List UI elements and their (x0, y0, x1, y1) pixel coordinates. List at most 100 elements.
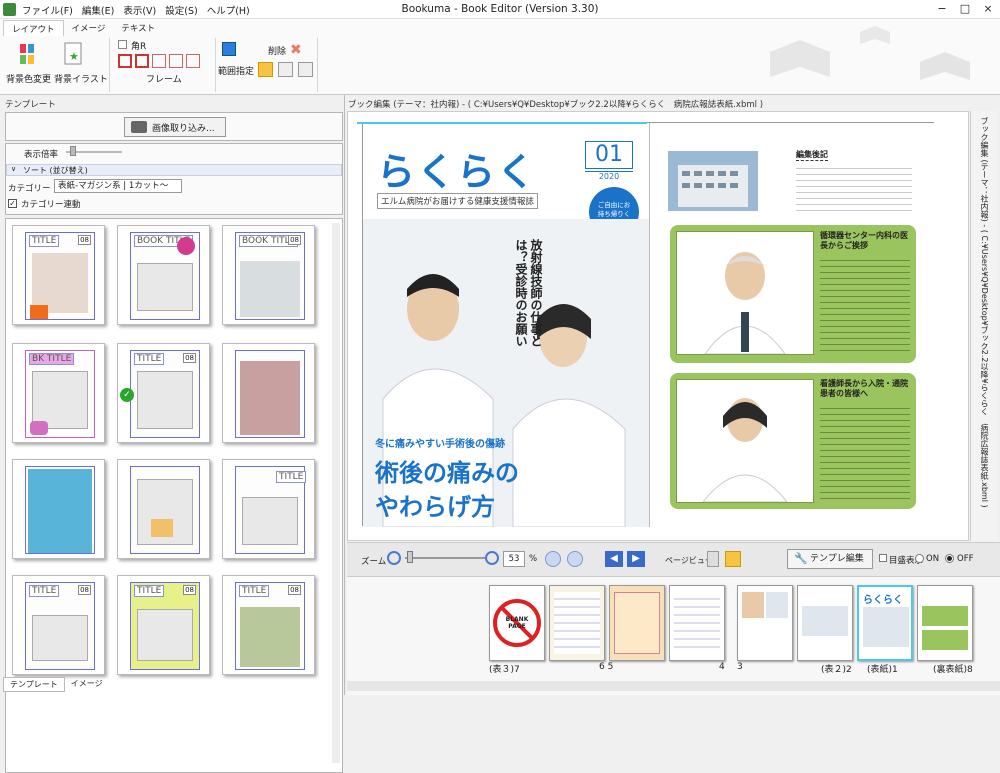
category-select[interactable]: 表紙-マガジン系 | 1カット〜 (54, 179, 182, 193)
tab-text[interactable]: テキスト (113, 20, 163, 36)
check-icon[interactable] (278, 62, 293, 77)
page-thumb-selected[interactable]: らくらく (857, 585, 913, 661)
camera-icon (131, 121, 147, 133)
decorative-books-icon (770, 26, 970, 80)
import-area: 画像取り込み... (5, 112, 343, 141)
zoom-label: ズーム (361, 557, 387, 567)
template-thumb[interactable]: BOOK TITLE (117, 225, 210, 325)
zoom-slider-thumb[interactable] (407, 551, 413, 563)
background-group: ★ 背景色変更 背景イラスト (0, 38, 110, 92)
page-thumb[interactable] (737, 585, 793, 661)
tab-image[interactable]: イメージ (64, 20, 114, 36)
page-thumb[interactable] (549, 585, 605, 661)
category-link-checkbox[interactable]: ✓ (8, 199, 17, 208)
card1-title: 循環器センター内科の医長からご挨拶 (820, 231, 908, 250)
template-thumb[interactable] (12, 459, 105, 559)
close-button[interactable]: × (978, 2, 998, 15)
template-thumb[interactable]: TITLE 08 (12, 575, 105, 675)
range-select-button[interactable]: 範囲指定 (218, 64, 254, 77)
bg-color-icon[interactable] (18, 42, 40, 66)
ruler-off-label: OFF (957, 554, 974, 564)
page-thumb[interactable]: BLANK PAGE (489, 585, 545, 661)
frame-style-icon[interactable] (186, 54, 200, 68)
page-thumb[interactable] (797, 585, 853, 661)
template-thumb[interactable]: TITLE (222, 459, 315, 559)
zoom-in-icon[interactable] (485, 551, 499, 565)
editor-note-text (796, 163, 912, 213)
frame-style-icon[interactable] (152, 54, 166, 68)
bg-color-button[interactable]: 背景色変更 (6, 72, 51, 85)
nurse-photo[interactable] (676, 379, 814, 503)
frame-style-icon[interactable] (135, 54, 149, 68)
strip-scrollbar[interactable] (347, 681, 1000, 691)
single-page-icon[interactable] (707, 551, 719, 567)
doctor-card[interactable]: 循環器センター内科の医長からご挨拶 (670, 225, 916, 363)
range-group: 範囲指定 削除 ✖ (218, 38, 318, 92)
window-title: Bookuma - Book Editor (Version 3.30) (401, 3, 599, 15)
template-thumb[interactable]: TITLE 08 (117, 575, 210, 675)
corner-checkbox[interactable] (118, 40, 127, 49)
bg-illust-button[interactable]: 背景イラスト (54, 72, 108, 85)
frame-style-icon[interactable] (169, 54, 183, 68)
cover-page[interactable]: らくらく 01 2020 エルム病院がお届けする健康支援情報誌 ご自由にお持ち帰… (357, 122, 649, 528)
fit-page-icon[interactable] (567, 551, 583, 567)
next-page-icon[interactable]: ▶ (627, 551, 645, 567)
template-thumb[interactable] (117, 459, 210, 559)
check-icon[interactable] (298, 62, 313, 77)
template-thumb[interactable] (222, 343, 315, 443)
editor-title: ブック編集 (テーマ：社内報) - ( C:¥Users¥Q¥Desktop¥ブ… (348, 100, 764, 110)
template-edit-button[interactable]: 🔧 テンプレ編集 (787, 549, 873, 569)
zoom-toolbar: ズーム 53 % ◀ ▶ ページビュー 🔧 テンプレ編集 目盛表示 ON OFF (347, 542, 1000, 576)
bg-illust-icon[interactable]: ★ (62, 42, 84, 66)
headline-line1: 術後の痛みの (375, 459, 519, 487)
page-thumb[interactable] (609, 585, 665, 661)
check-icon[interactable] (258, 62, 273, 77)
ruler-off-radio[interactable] (945, 554, 954, 563)
template-thumb[interactable]: TITLE 08 (222, 575, 315, 675)
zoom-slider[interactable] (405, 557, 485, 559)
zoom-slider-thumb[interactable] (70, 146, 76, 156)
zoom-out-icon[interactable] (387, 551, 401, 565)
fit-width-icon[interactable] (545, 551, 561, 567)
zoom-value[interactable]: 53 (503, 551, 525, 567)
range-select-icon[interactable] (222, 42, 236, 56)
vertical-headline: 放射線技師の仕事とは？受診時のお願い (514, 239, 543, 347)
magazine-spread[interactable]: らくらく 01 2020 エルム病院がお届けする健康支援情報誌 ご自由にお持ち帰… (357, 122, 935, 528)
maximize-button[interactable]: □ (955, 2, 975, 15)
nurse-card[interactable]: 看護師長から入院・通院患者の皆様へ (670, 373, 916, 509)
sort-section[interactable]: ∨ ソート (並び替え) (6, 164, 342, 176)
page-label: 6 5 (599, 662, 614, 672)
import-image-button[interactable]: 画像取り込み... (124, 117, 226, 137)
grid-scrollbar[interactable] (332, 223, 340, 763)
frame-style-icon[interactable] (118, 54, 132, 68)
page-label: (裏表紙)8 (933, 665, 973, 675)
prev-page-icon[interactable]: ◀ (605, 551, 623, 567)
minimize-button[interactable]: − (932, 2, 952, 15)
template-thumb[interactable]: BOOK TITLE 08 (222, 225, 315, 325)
template-thumb[interactable]: TITLE 08 ✓ (117, 343, 210, 443)
template-thumb[interactable]: BK TITLE (12, 343, 105, 443)
hospital-photo[interactable] (668, 151, 758, 211)
tab-layout[interactable]: レイアウト (3, 20, 64, 36)
ruler-checkbox[interactable] (879, 554, 887, 562)
tab-templates[interactable]: テンプレート (3, 677, 65, 692)
cyan-rule (357, 122, 647, 124)
delete-icon[interactable]: ✖ (290, 42, 302, 58)
spread-page-icon[interactable] (725, 551, 741, 567)
selected-check-icon: ✓ (120, 388, 134, 402)
back-page[interactable]: 編集後記 循環器センター内科の医長からご挨拶 看護師長から入院・通院患者の皆様へ (649, 123, 935, 527)
doctor-photo[interactable] (676, 231, 814, 355)
wrench-icon: 🔧 (794, 552, 808, 565)
page-thumb[interactable] (917, 585, 973, 661)
page-thumb[interactable] (669, 585, 725, 661)
ruler-on-radio[interactable] (915, 554, 924, 563)
ruler-on-label: ON (926, 554, 940, 564)
page-label: 4 (719, 662, 725, 672)
ribbon-tabs: レイアウト イメージ テキスト (3, 20, 163, 36)
vertical-tab[interactable]: ブック編集 (テーマ：社内報) - ( C:¥Users¥Q¥Desktop¥ブ… (970, 111, 998, 541)
left-bottom-tabs: テンプレート イメージ (3, 677, 109, 692)
page-label: (表紙)1 (867, 665, 898, 675)
tab-images[interactable]: イメージ (65, 677, 109, 692)
chevron-down-icon: ∨ (11, 165, 17, 173)
template-thumb[interactable]: TITLE 08 (12, 225, 105, 325)
